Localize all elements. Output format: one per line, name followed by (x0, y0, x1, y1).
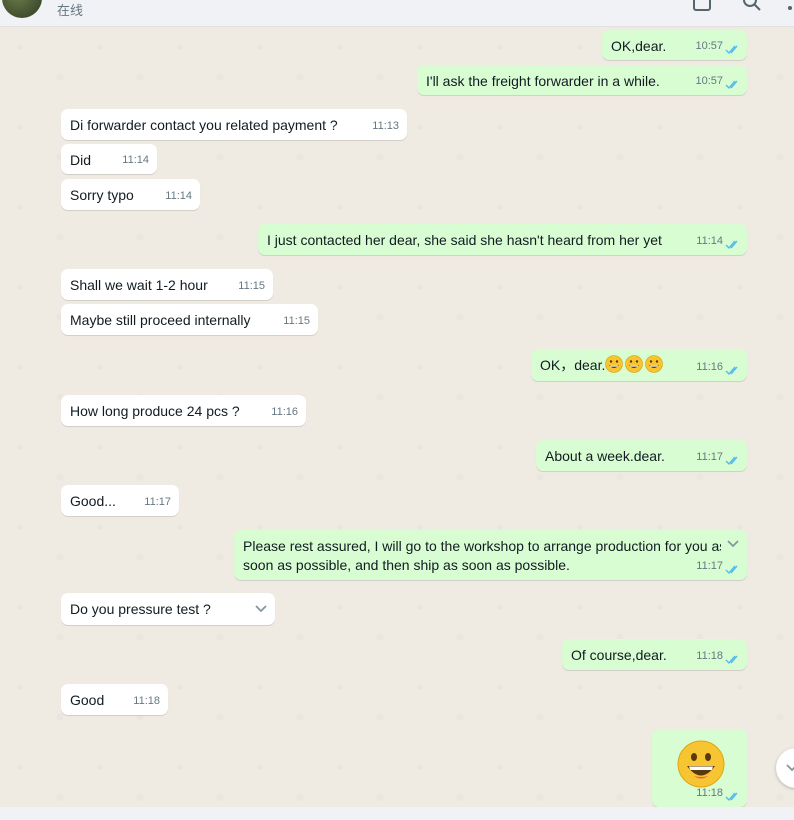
message-text: Maybe still proceed internally (70, 312, 251, 328)
chevron-down-icon[interactable] (725, 539, 741, 549)
contact-status: 在线 (57, 3, 84, 18)
search-icon[interactable] (742, 0, 762, 12)
message-time: 11:15 (238, 280, 265, 292)
message-outgoing[interactable]: 11:18 (652, 729, 747, 807)
read-receipt-icon (725, 366, 738, 376)
message-incoming[interactable]: Good 11:18 (61, 684, 168, 715)
message-text: About a week.dear. (545, 448, 665, 464)
message-text-line-1: Please rest assured, I will go to the wo… (243, 538, 721, 554)
message-text: I'll ask the freight forwarder in a whil… (426, 73, 660, 89)
message-text: Sorry typo (70, 187, 134, 203)
message-text: How long produce 24 pcs ? (70, 403, 240, 419)
message-time: 11:14 (165, 190, 192, 202)
message-time: 10:57 (695, 75, 723, 87)
scroll-to-bottom-button[interactable] (776, 748, 794, 788)
read-receipt-icon (725, 240, 738, 250)
message-incoming[interactable]: How long produce 24 pcs ? 11:16 (61, 395, 306, 426)
message-time: 11:17 (696, 451, 723, 463)
message-incoming[interactable]: Do you pressure test ? (61, 593, 275, 625)
message-time: 11:18 (133, 695, 160, 707)
message-outgoing[interactable]: I'll ask the freight forwarder in a whil… (417, 65, 747, 95)
message-incoming[interactable]: Shall we wait 1-2 hour 11:15 (61, 269, 273, 300)
read-receipt-icon (725, 80, 738, 90)
chat-header: 在线 (0, 0, 794, 27)
message-time: 11:13 (372, 120, 399, 132)
message-text: Do you pressure test ? (70, 601, 211, 617)
message-text: Did (70, 152, 92, 168)
message-time: 11:15 (283, 315, 310, 327)
read-receipt-icon (725, 655, 738, 665)
message-time: 11:17 (144, 496, 171, 508)
message-outgoing[interactable]: About a week.dear. 11:17 (536, 440, 747, 471)
message-time: 11:17 (696, 560, 723, 572)
message-time: 11:14 (696, 235, 723, 247)
message-text: Of course,dear. (571, 647, 667, 663)
message-incoming[interactable]: Good... 11:17 (61, 485, 179, 516)
message-list[interactable]: OK,dear. 10:57 I'll ask the freight forw… (0, 27, 794, 807)
menu-icon[interactable] (784, 0, 794, 12)
message-outgoing[interactable]: Of course,dear. 11:18 (562, 639, 747, 670)
message-incoming[interactable]: Sorry typo 11:14 (61, 179, 200, 210)
message-time: 11:16 (696, 361, 723, 373)
message-time: 10:57 (695, 40, 723, 52)
message-time: 11:14 (122, 154, 149, 166)
read-receipt-icon (725, 45, 738, 55)
message-incoming[interactable]: Di forwarder contact you related payment… (61, 109, 407, 140)
message-text: Good (70, 692, 105, 708)
chevron-down-icon (786, 764, 794, 772)
video-call-icon[interactable] (692, 0, 712, 12)
read-receipt-icon (725, 456, 738, 466)
message-text-line-2: soon as possible, and then ship as soon … (243, 557, 570, 573)
message-outgoing[interactable]: OK,dear. 10:57 (602, 30, 747, 60)
message-text: Di forwarder contact you related payment… (70, 117, 338, 133)
message-incoming[interactable]: Did 11:14 (61, 144, 157, 174)
message-outgoing[interactable]: OK，dear. 11:16 (531, 349, 747, 381)
message-time: 11:18 (696, 787, 723, 799)
message-text: Good... (70, 493, 116, 509)
message-text: I just contacted her dear, she said she … (267, 232, 662, 248)
grinning-face-icon (677, 740, 725, 788)
read-receipt-icon (725, 565, 738, 575)
message-time: 11:18 (696, 650, 723, 662)
composer-bar (0, 807, 794, 820)
message-text: OK，dear. (540, 357, 606, 373)
message-outgoing[interactable]: Please rest assured, I will go to the wo… (234, 530, 747, 580)
message-incoming[interactable]: Maybe still proceed internally 11:15 (61, 304, 318, 335)
message-outgoing[interactable]: I just contacted her dear, she said she … (258, 224, 747, 255)
read-receipt-icon (725, 792, 738, 802)
message-text: OK,dear. (611, 38, 667, 54)
contact-avatar[interactable] (2, 0, 42, 18)
message-time: 11:16 (271, 406, 298, 418)
grinning-face-emojis (605, 355, 663, 373)
message-text: Shall we wait 1-2 hour (70, 277, 208, 293)
chevron-down-icon[interactable] (253, 604, 269, 614)
